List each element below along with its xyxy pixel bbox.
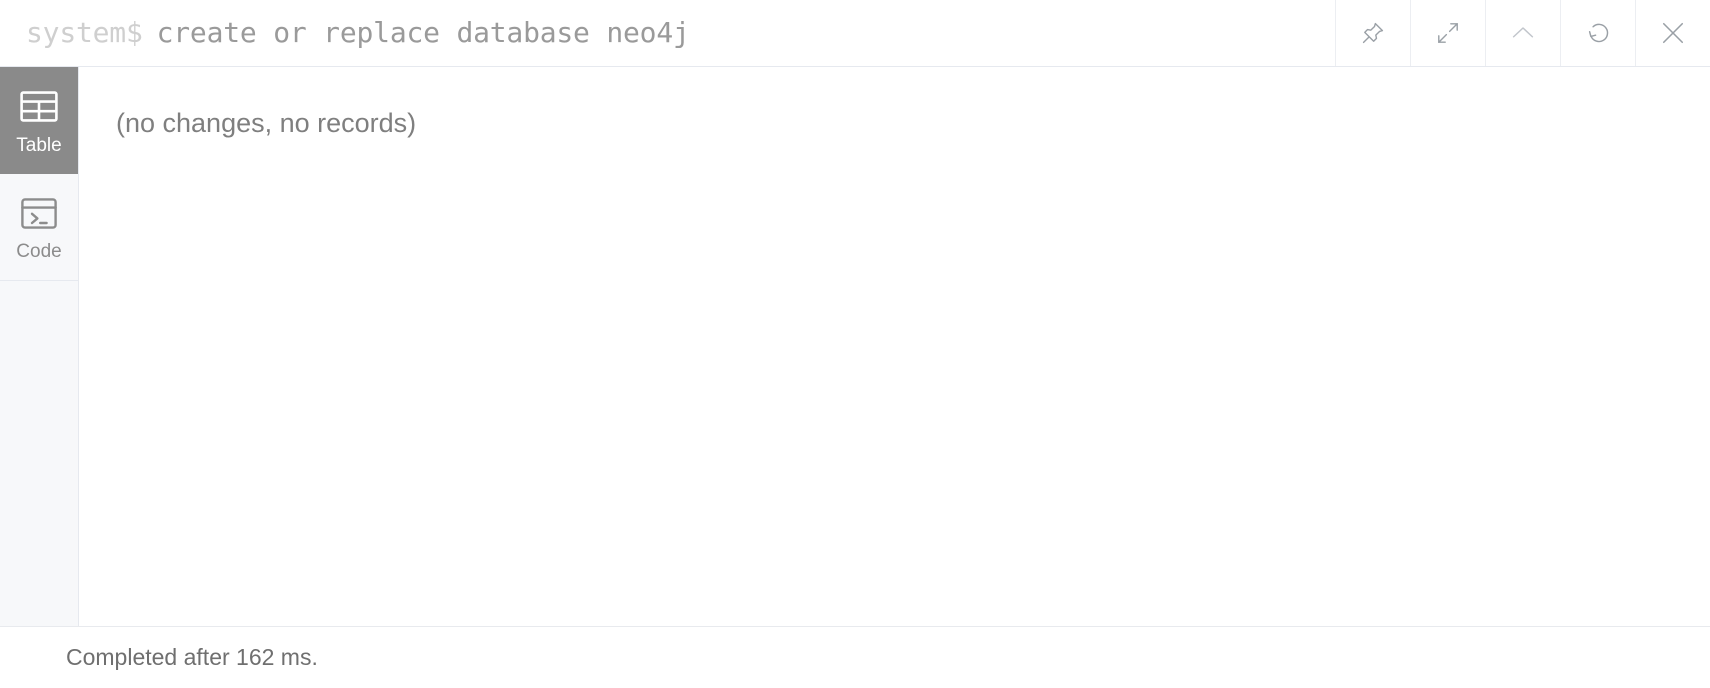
query-statement-text: create or replace database neo4j [156, 16, 690, 49]
pin-button[interactable] [1335, 0, 1410, 66]
frame-header: system$ create or replace database neo4j [0, 0, 1710, 67]
query-database-prefix: system$ [26, 16, 143, 49]
view-item-label: Table [16, 134, 62, 156]
table-icon [19, 87, 59, 127]
query-result-frame: system$ create or replace database neo4j [0, 0, 1710, 688]
fullscreen-button[interactable] [1410, 0, 1485, 66]
view-item-table[interactable]: Table [0, 67, 78, 174]
rerun-button[interactable] [1560, 0, 1635, 66]
view-item-label: Code [16, 241, 62, 262]
pin-icon [1360, 20, 1386, 46]
result-message: (no changes, no records) [116, 108, 417, 138]
result-pane: (no changes, no records) [79, 67, 1710, 626]
view-item-code[interactable]: Code [0, 174, 78, 281]
chevron-up-icon [1508, 18, 1538, 48]
rerun-icon [1585, 20, 1612, 47]
frame-action-bar [1335, 0, 1710, 66]
status-text: Completed after 162 ms. [66, 644, 318, 670]
collapse-button[interactable] [1485, 0, 1560, 66]
frame-footer: Completed after 162 ms. [0, 626, 1710, 688]
code-icon [20, 193, 58, 233]
frame-body: Table Code (no changes, no records) [0, 67, 1710, 626]
view-switcher-sidebar: Table Code [0, 67, 79, 626]
close-button[interactable] [1635, 0, 1710, 66]
query-display[interactable]: system$ create or replace database neo4j [0, 0, 1335, 66]
close-icon [1658, 18, 1688, 48]
expand-icon [1435, 20, 1461, 46]
